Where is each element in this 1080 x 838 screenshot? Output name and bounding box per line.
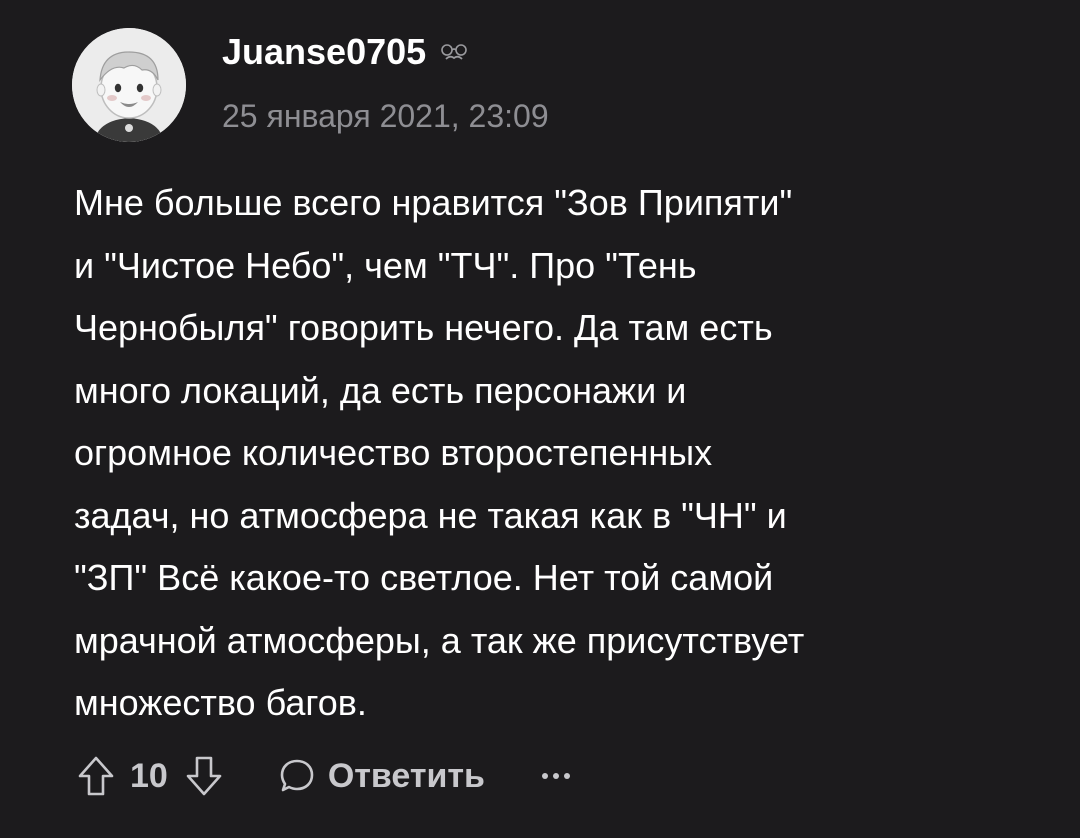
more-options-button[interactable] (541, 756, 571, 796)
downvote-button[interactable] (182, 751, 226, 801)
comment-body-line: много локаций, да есть персонажи и (74, 369, 687, 411)
more-dots-icon (541, 773, 570, 779)
comment-body-line: мрачной атмосферы, а так же присутствует (74, 619, 805, 661)
speech-bubble-icon (280, 759, 314, 792)
comment-body-line: Чернобыля" говорить нечего. Да там есть (74, 307, 773, 348)
vote-score: 10 (130, 756, 168, 795)
comment-body-line: задач, но атмосфера не такая как в "ЧН" … (74, 494, 787, 536)
comment-body-line: множество багов. (74, 682, 367, 723)
avatar-child-icon (72, 28, 186, 142)
comment: Juanse0705 25 января 2021, 23:09 Мне бол… (0, 0, 1080, 838)
comment-body-line: огромное количество второстепенных (74, 432, 713, 473)
avatar[interactable] (72, 28, 186, 142)
comment-body-line: и "Чистое Небо", чем "ТЧ". Про "Тень (74, 244, 697, 286)
comment-body-line: Мне больше всего нравится "Зов Припяти" (74, 182, 793, 223)
reply-label: Ответить (327, 756, 485, 795)
arrow-down-icon (186, 756, 222, 796)
arrow-up-icon (78, 756, 114, 796)
comment-body: Мне больше всего нравится "Зов Припяти" … (74, 172, 1014, 735)
comment-body-line: "ЗП" Всё какое-то светлое. Нет той самой (74, 557, 774, 598)
comment-timestamp: 25 января 2021, 23:09 (222, 98, 549, 134)
author-row: Juanse0705 (222, 30, 470, 74)
author-name[interactable]: Juanse0705 (222, 31, 426, 73)
reply-button[interactable]: Ответить (278, 757, 485, 796)
upvote-button[interactable] (74, 751, 118, 801)
comment-actions: 10 Ответить (74, 748, 571, 804)
glasses-mustache-icon (438, 43, 470, 68)
